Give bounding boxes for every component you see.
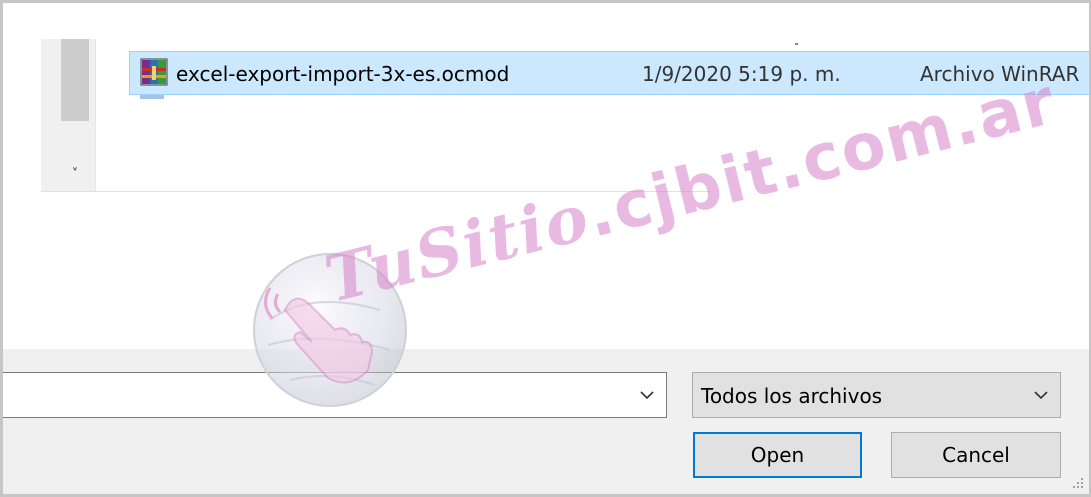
chevron-down-icon: ˅ xyxy=(71,166,79,182)
file-row[interactable]: excel-export-import-3x-es.ocmod 1/9/2020… xyxy=(129,51,1089,95)
list-divider xyxy=(41,191,711,192)
file-list-pane[interactable]: ˅ excel-export-import-3x-es.ocmod 1/9/20… xyxy=(3,3,1089,349)
chevron-down-icon[interactable] xyxy=(638,386,656,404)
scroll-down-button[interactable]: ˅ xyxy=(61,161,89,187)
open-file-dialog: ˅ excel-export-import-3x-es.ocmod 1/9/20… xyxy=(0,0,1091,497)
file-type: Archivo WinRAR xyxy=(920,62,1080,86)
file-type-filter-select[interactable]: Todos los archivos xyxy=(692,372,1061,418)
cancel-button[interactable]: Cancel xyxy=(891,432,1061,478)
chevron-down-icon xyxy=(1034,391,1048,400)
column-resize-mark xyxy=(795,43,798,45)
file-name: excel-export-import-3x-es.ocmod xyxy=(176,62,510,86)
open-button[interactable]: Open xyxy=(693,432,862,478)
file-name-combobox[interactable] xyxy=(3,372,667,418)
resize-grip-icon[interactable] xyxy=(1069,474,1085,490)
file-type-filter-value: Todos los archivos xyxy=(701,384,883,408)
file-date-modified: 1/9/2020 5:19 p. m. xyxy=(642,62,841,86)
next-row-icon xyxy=(140,95,164,99)
file-name-input[interactable] xyxy=(3,373,603,417)
pane-divider[interactable] xyxy=(95,39,96,191)
scrollbar-thumb[interactable] xyxy=(61,39,89,121)
winrar-archive-icon xyxy=(140,58,168,86)
